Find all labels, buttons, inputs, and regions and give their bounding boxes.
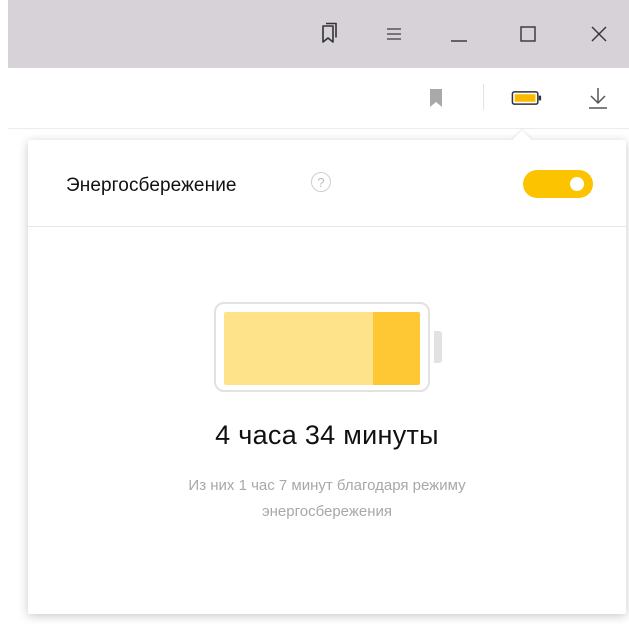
toolbar-divider (483, 84, 484, 110)
minimize-button[interactable] (441, 16, 477, 52)
close-icon (591, 26, 607, 42)
help-icon[interactable]: ? (311, 172, 331, 192)
browser-toolbar (8, 68, 629, 129)
remaining-time: 4 часа 34 минуты (215, 420, 439, 450)
power-saving-toggle[interactable] (523, 170, 593, 198)
bookmark-button[interactable] (420, 82, 452, 114)
battery-saved-portion (372, 312, 420, 385)
maximize-button[interactable] (510, 16, 546, 52)
downloads-button[interactable] (582, 82, 614, 114)
power-saving-button[interactable] (511, 82, 543, 114)
popup-header: Энергосбережение ? (28, 140, 626, 227)
battery-icon (511, 91, 542, 105)
bookmarks-collections-icon (322, 22, 337, 43)
popup-title: Энергосбережение (66, 175, 237, 196)
battery-level-fill (224, 312, 420, 385)
toggle-knob (570, 177, 584, 191)
power-saving-popup: Энергосбережение ? 4 часа 34 минуты Из н… (28, 140, 626, 614)
maximize-icon (520, 26, 536, 42)
download-icon (589, 88, 607, 109)
close-button[interactable] (581, 16, 617, 52)
power-saving-note: Из них 1 час 7 минут благодаря режиму эн… (188, 477, 466, 520)
minimize-icon (451, 40, 467, 42)
collections-button[interactable] (310, 16, 346, 52)
menu-button[interactable] (376, 16, 412, 52)
battery-graphic (214, 302, 430, 392)
window-titlebar (8, 0, 629, 68)
hamburger-menu-icon (387, 28, 401, 40)
bookmark-icon (430, 89, 442, 107)
battery-terminal (434, 331, 442, 363)
